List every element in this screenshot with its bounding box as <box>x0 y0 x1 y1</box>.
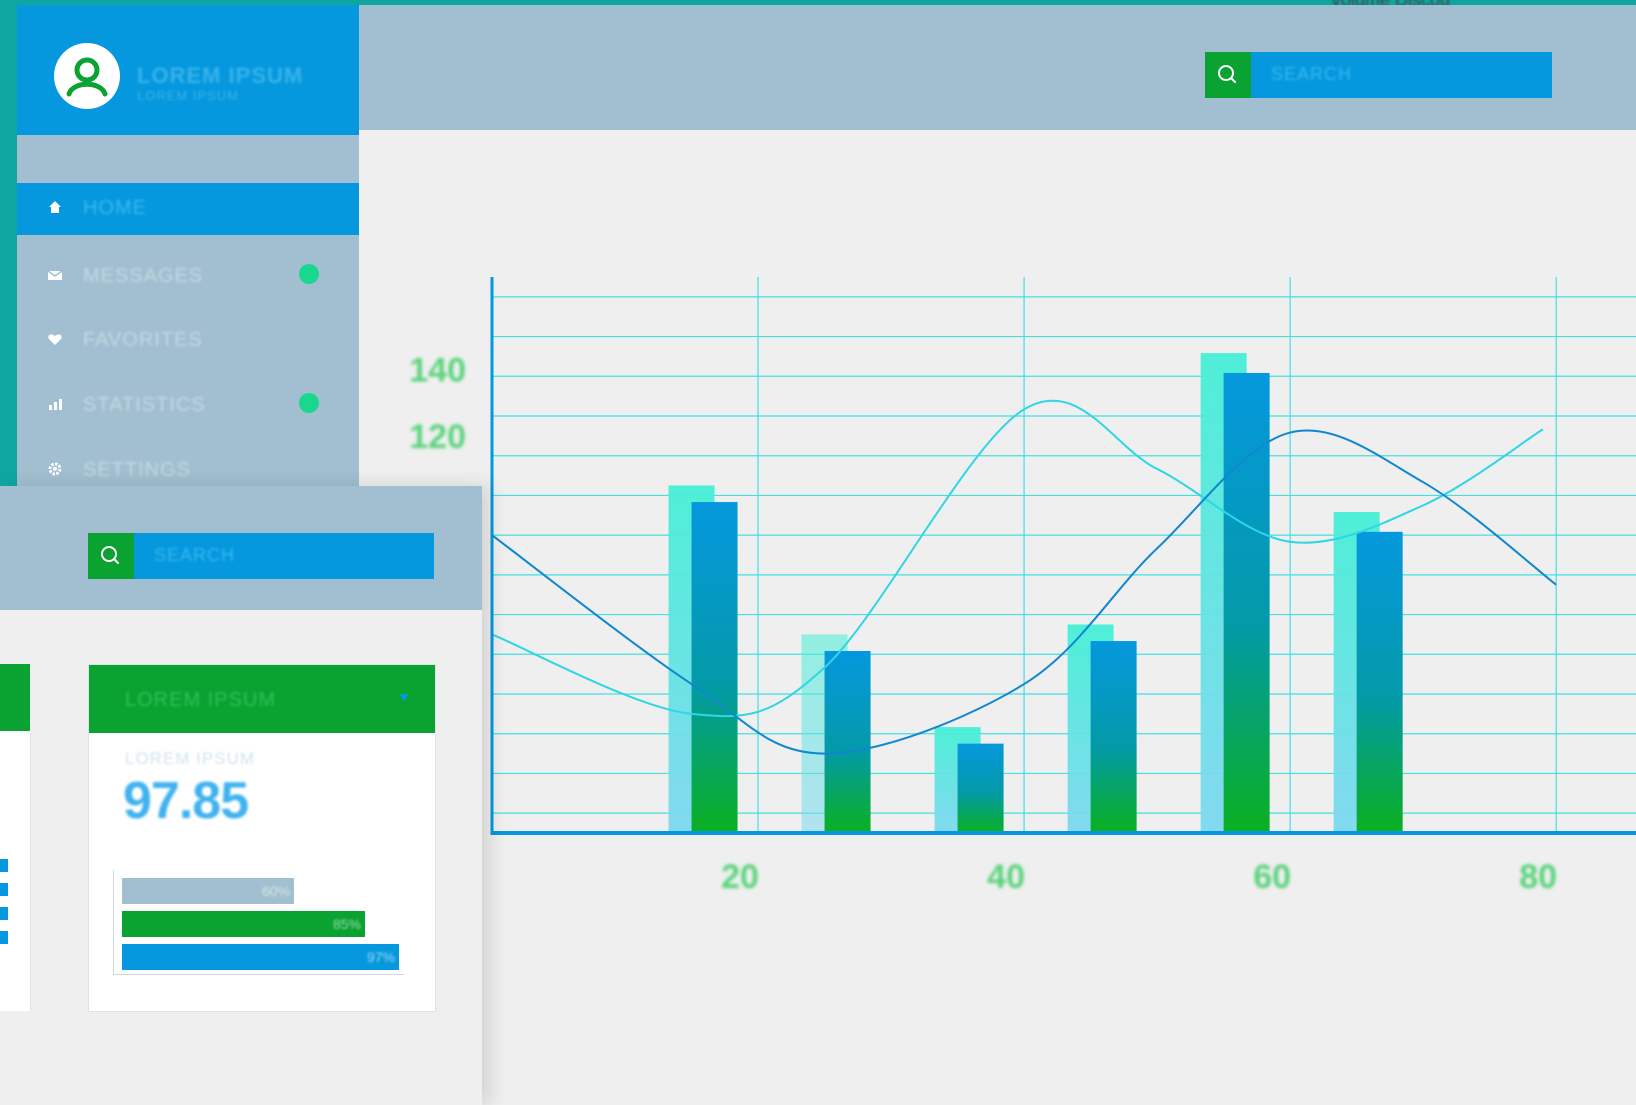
chevron-down-icon[interactable]: ▼ <box>397 689 411 705</box>
left-card-bar-mark <box>0 931 8 944</box>
search-input[interactable]: SEARCH <box>154 545 235 566</box>
x-tick-label: 80 <box>1519 858 1557 896</box>
progress-bar-label: 85% <box>332 916 361 932</box>
stats-card-header[interactable]: LOREM IPSUM ▼ <box>89 665 435 733</box>
stats-card-value: 97.85 <box>123 772 249 830</box>
y-tick-label: 120 <box>409 418 466 456</box>
front-window-header: SEARCH <box>0 486 482 610</box>
progress-bar: 97% <box>122 944 399 970</box>
stats-card-subtitle: LOREM IPSUM <box>125 749 256 768</box>
left-card-bar-mark <box>0 907 8 920</box>
y-tick-label: 140 <box>409 352 466 390</box>
left-card-bar-mark <box>0 883 8 896</box>
progress-bars: 60% 85% 97% <box>113 870 404 975</box>
stats-card: LOREM IPSUM ▼ LOREM IPSUM 97.85 60% 85% 97… <box>88 664 436 1012</box>
left-card-header <box>0 664 30 731</box>
search-icon[interactable] <box>88 533 134 579</box>
chart-bar-front <box>1223 372 1270 833</box>
x-tick-label: 60 <box>1253 858 1291 896</box>
stats-card-title: LOREM IPSUM <box>125 689 277 711</box>
front-window: SEARCH LOREM IPSUM ▼ LOREM IPSUM 97.85 6… <box>0 486 482 1105</box>
progress-bar-label: 97% <box>366 949 395 965</box>
chart-bar-front <box>1356 531 1403 833</box>
chart-bar-front <box>957 743 1004 833</box>
progress-bar: 85% <box>122 911 365 937</box>
progress-bar: 60% <box>122 878 294 904</box>
front-search-bar[interactable]: SEARCH <box>88 533 434 579</box>
chart-bar-front <box>1090 641 1137 833</box>
chart-bar-front <box>691 502 738 833</box>
left-card <box>0 731 31 1011</box>
chart-bar-front <box>824 650 871 833</box>
x-tick-label: 20 <box>721 858 759 896</box>
left-card-bar-mark <box>0 859 8 872</box>
progress-bar-label: 60% <box>261 883 290 899</box>
x-tick-label: 40 <box>987 858 1025 896</box>
